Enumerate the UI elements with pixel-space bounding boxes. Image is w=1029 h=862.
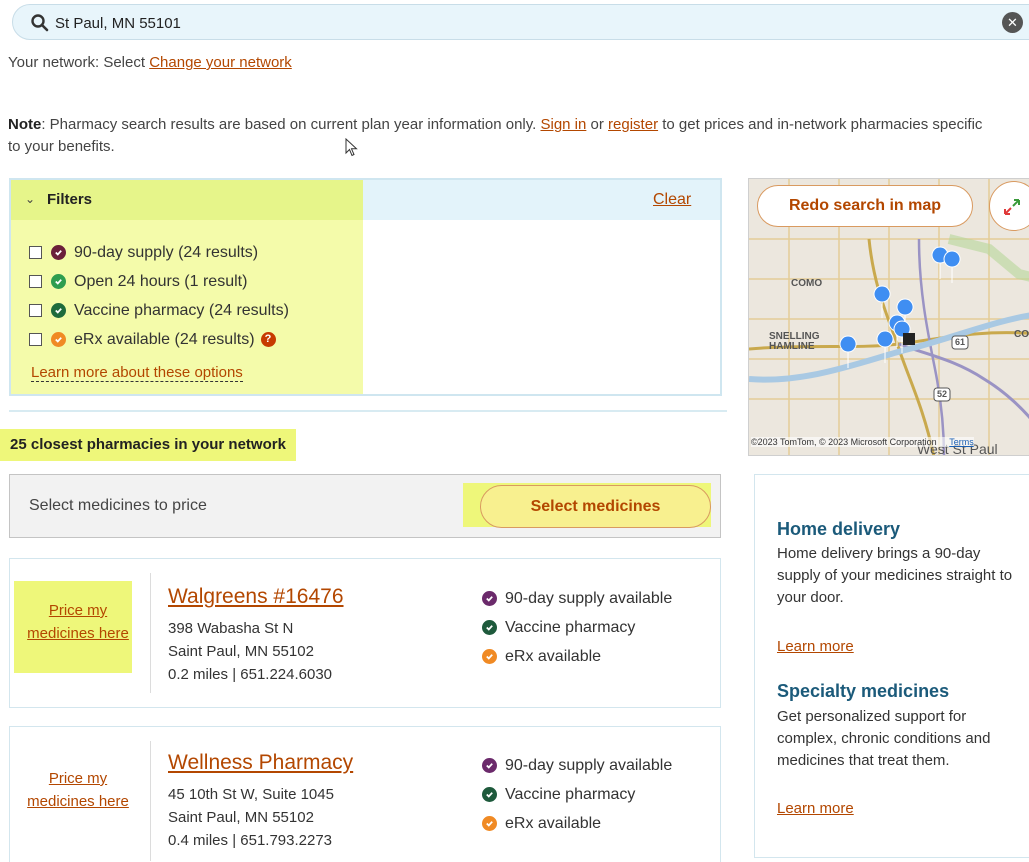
location-search-input[interactable] <box>55 12 955 34</box>
help-icon[interactable]: ? <box>260 332 276 347</box>
filter-checkbox[interactable] <box>29 333 42 346</box>
filter-option-label: Open 24 hours (1 result) <box>74 272 248 290</box>
services-panel: Home delivery Home delivery brings a 90-… <box>754 474 1029 858</box>
feature-item: Vaccine pharmacy <box>482 780 672 809</box>
address-line-1: 45 10th St W, Suite 1045 <box>168 786 334 803</box>
filter-option-label: 90-day supply (24 results) <box>74 243 259 261</box>
highway-shield: 52 <box>937 389 948 399</box>
pharmacy-name-link[interactable]: Walgreens #16476 <box>168 585 344 609</box>
filter-options-list: 90-day supply (24 results) Open 24 hours… <box>29 238 289 354</box>
feature-item: eRx available <box>482 642 672 671</box>
pharmacy-features: 90-day supply available Vaccine pharmacy… <box>482 751 672 838</box>
network-info: Your network: Select Change your network <box>8 54 292 71</box>
check-circle-icon <box>51 303 66 318</box>
distance-phone: 0.2 miles | 651.224.6030 <box>168 666 333 683</box>
price-box: Price my medicines here <box>10 579 150 689</box>
sign-in-link[interactable]: Sign in <box>540 116 586 133</box>
home-delivery-title: Home delivery <box>777 519 901 539</box>
select-medicines-bar: Select medicines to price Select medicin… <box>9 474 721 538</box>
card-divider <box>150 741 151 861</box>
results-heading: 25 closest pharmacies in your network <box>0 429 296 461</box>
learn-more-options-link[interactable]: Learn more about these options <box>31 364 243 382</box>
filter-option-erx[interactable]: eRx available (24 results) ? <box>29 325 289 354</box>
map-place-label: SNELLING HAMLINE <box>769 331 820 352</box>
pharmacy-address: 398 Wabasha St N Saint Paul, MN 55102 0.… <box>168 617 332 686</box>
pharmacy-card: Price my medicines here Wellness Pharmac… <box>9 726 721 862</box>
filter-option-vaccine[interactable]: Vaccine pharmacy (24 results) <box>29 296 289 325</box>
filter-option-label: Vaccine pharmacy (24 results) <box>74 301 289 319</box>
home-delivery-text: Home delivery brings a 90-day supply of … <box>777 545 1013 606</box>
home-delivery-learn-more[interactable]: Learn more <box>777 638 854 655</box>
filter-option-90-day[interactable]: 90-day supply (24 results) <box>29 238 289 267</box>
pharmacy-name-link[interactable]: Wellness Pharmacy <box>168 751 353 775</box>
note-text-1: : Pharmacy search results are based on c… <box>41 116 537 133</box>
clear-filters-link[interactable]: Clear <box>653 191 691 209</box>
select-medicines-button[interactable]: Select medicines <box>480 485 711 528</box>
feature-item: 90-day supply available <box>482 751 672 780</box>
change-network-link[interactable]: Change your network <box>149 54 292 71</box>
filter-option-label: eRx available (24 results) <box>74 330 255 348</box>
pharmacy-map[interactable]: COMO SNELLING HAMLINE CON West St Paul 6… <box>748 178 1029 456</box>
chevron-down-icon[interactable]: ⌄ <box>25 192 35 206</box>
plan-note: Note: Pharmacy search results are based … <box>8 114 998 158</box>
filter-checkbox[interactable] <box>29 304 42 317</box>
filters-panel: ⌄ Filters Clear 90-day supply (24 result… <box>9 178 722 396</box>
address-line-2: Saint Paul, MN 55102 <box>168 643 314 660</box>
note-or: or <box>590 116 604 133</box>
mouse-cursor-icon <box>345 138 358 157</box>
check-circle-icon <box>482 620 497 635</box>
feature-label: eRx available <box>505 647 602 665</box>
check-circle-icon <box>51 332 66 347</box>
check-circle-icon <box>482 758 497 773</box>
map-place-label: CON <box>1014 329 1029 340</box>
feature-label: 90-day supply available <box>505 589 673 607</box>
map-terms-link[interactable]: Terms <box>949 437 974 447</box>
map-copyright: ©2023 TomTom, © 2023 Microsoft Corporati… <box>751 437 974 447</box>
map-place-label: COMO <box>791 278 823 289</box>
check-circle-icon <box>482 649 497 664</box>
search-icon <box>31 14 49 32</box>
distance-phone: 0.4 miles | 651.793.2273 <box>168 832 333 849</box>
register-link[interactable]: register <box>608 116 658 133</box>
check-circle-icon <box>51 245 66 260</box>
map-copyright-text: ©2023 TomTom, © 2023 Microsoft Corporati… <box>751 437 937 447</box>
pharmacy-address: 45 10th St W, Suite 1045 Saint Paul, MN … <box>168 783 334 852</box>
specialty-medicines-title: Specialty medicines <box>777 681 950 701</box>
clear-search-icon[interactable]: ✕ <box>1002 12 1023 33</box>
filter-checkbox[interactable] <box>29 275 42 288</box>
network-label: Your network: Select <box>8 54 146 71</box>
specialty-learn-more[interactable]: Learn more <box>777 800 854 817</box>
check-circle-icon <box>51 274 66 289</box>
check-circle-icon <box>482 816 497 831</box>
location-search-bar[interactable]: ✕ <box>12 4 1029 40</box>
address-line-1: 398 Wabasha St N <box>168 620 294 637</box>
highway-shield: 61 <box>955 337 966 347</box>
select-medicines-label: Select medicines to price <box>29 497 207 514</box>
note-label: Note <box>8 116 42 133</box>
price-medicines-link[interactable]: Price my medicines here <box>14 599 142 645</box>
card-divider <box>150 573 151 693</box>
section-divider <box>9 410 727 412</box>
feature-label: eRx available <box>505 814 602 832</box>
pharmacy-features: 90-day supply available Vaccine pharmacy… <box>482 584 672 671</box>
feature-label: Vaccine pharmacy <box>505 785 636 803</box>
price-medicines-link[interactable]: Price my medicines here <box>14 767 142 813</box>
redo-search-button[interactable]: Redo search in map <box>757 185 973 227</box>
filters-title[interactable]: Filters <box>47 191 92 208</box>
pharmacy-card: Price my medicines here Walgreens #16476… <box>9 558 721 708</box>
address-line-2: Saint Paul, MN 55102 <box>168 809 314 826</box>
feature-label: Vaccine pharmacy <box>505 618 636 636</box>
feature-item: 90-day supply available <box>482 584 672 613</box>
price-box: Price my medicines here <box>10 747 150 857</box>
feature-item: Vaccine pharmacy <box>482 613 672 642</box>
filter-option-open-24[interactable]: Open 24 hours (1 result) <box>29 267 289 296</box>
specialty-medicines-text: Get personalized support for complex, ch… <box>777 708 991 769</box>
filter-checkbox[interactable] <box>29 246 42 259</box>
feature-label: 90-day supply available <box>505 756 673 774</box>
check-circle-icon <box>482 787 497 802</box>
expand-arrows-icon <box>1004 199 1020 215</box>
feature-item: eRx available <box>482 809 672 838</box>
check-circle-icon <box>482 591 497 606</box>
